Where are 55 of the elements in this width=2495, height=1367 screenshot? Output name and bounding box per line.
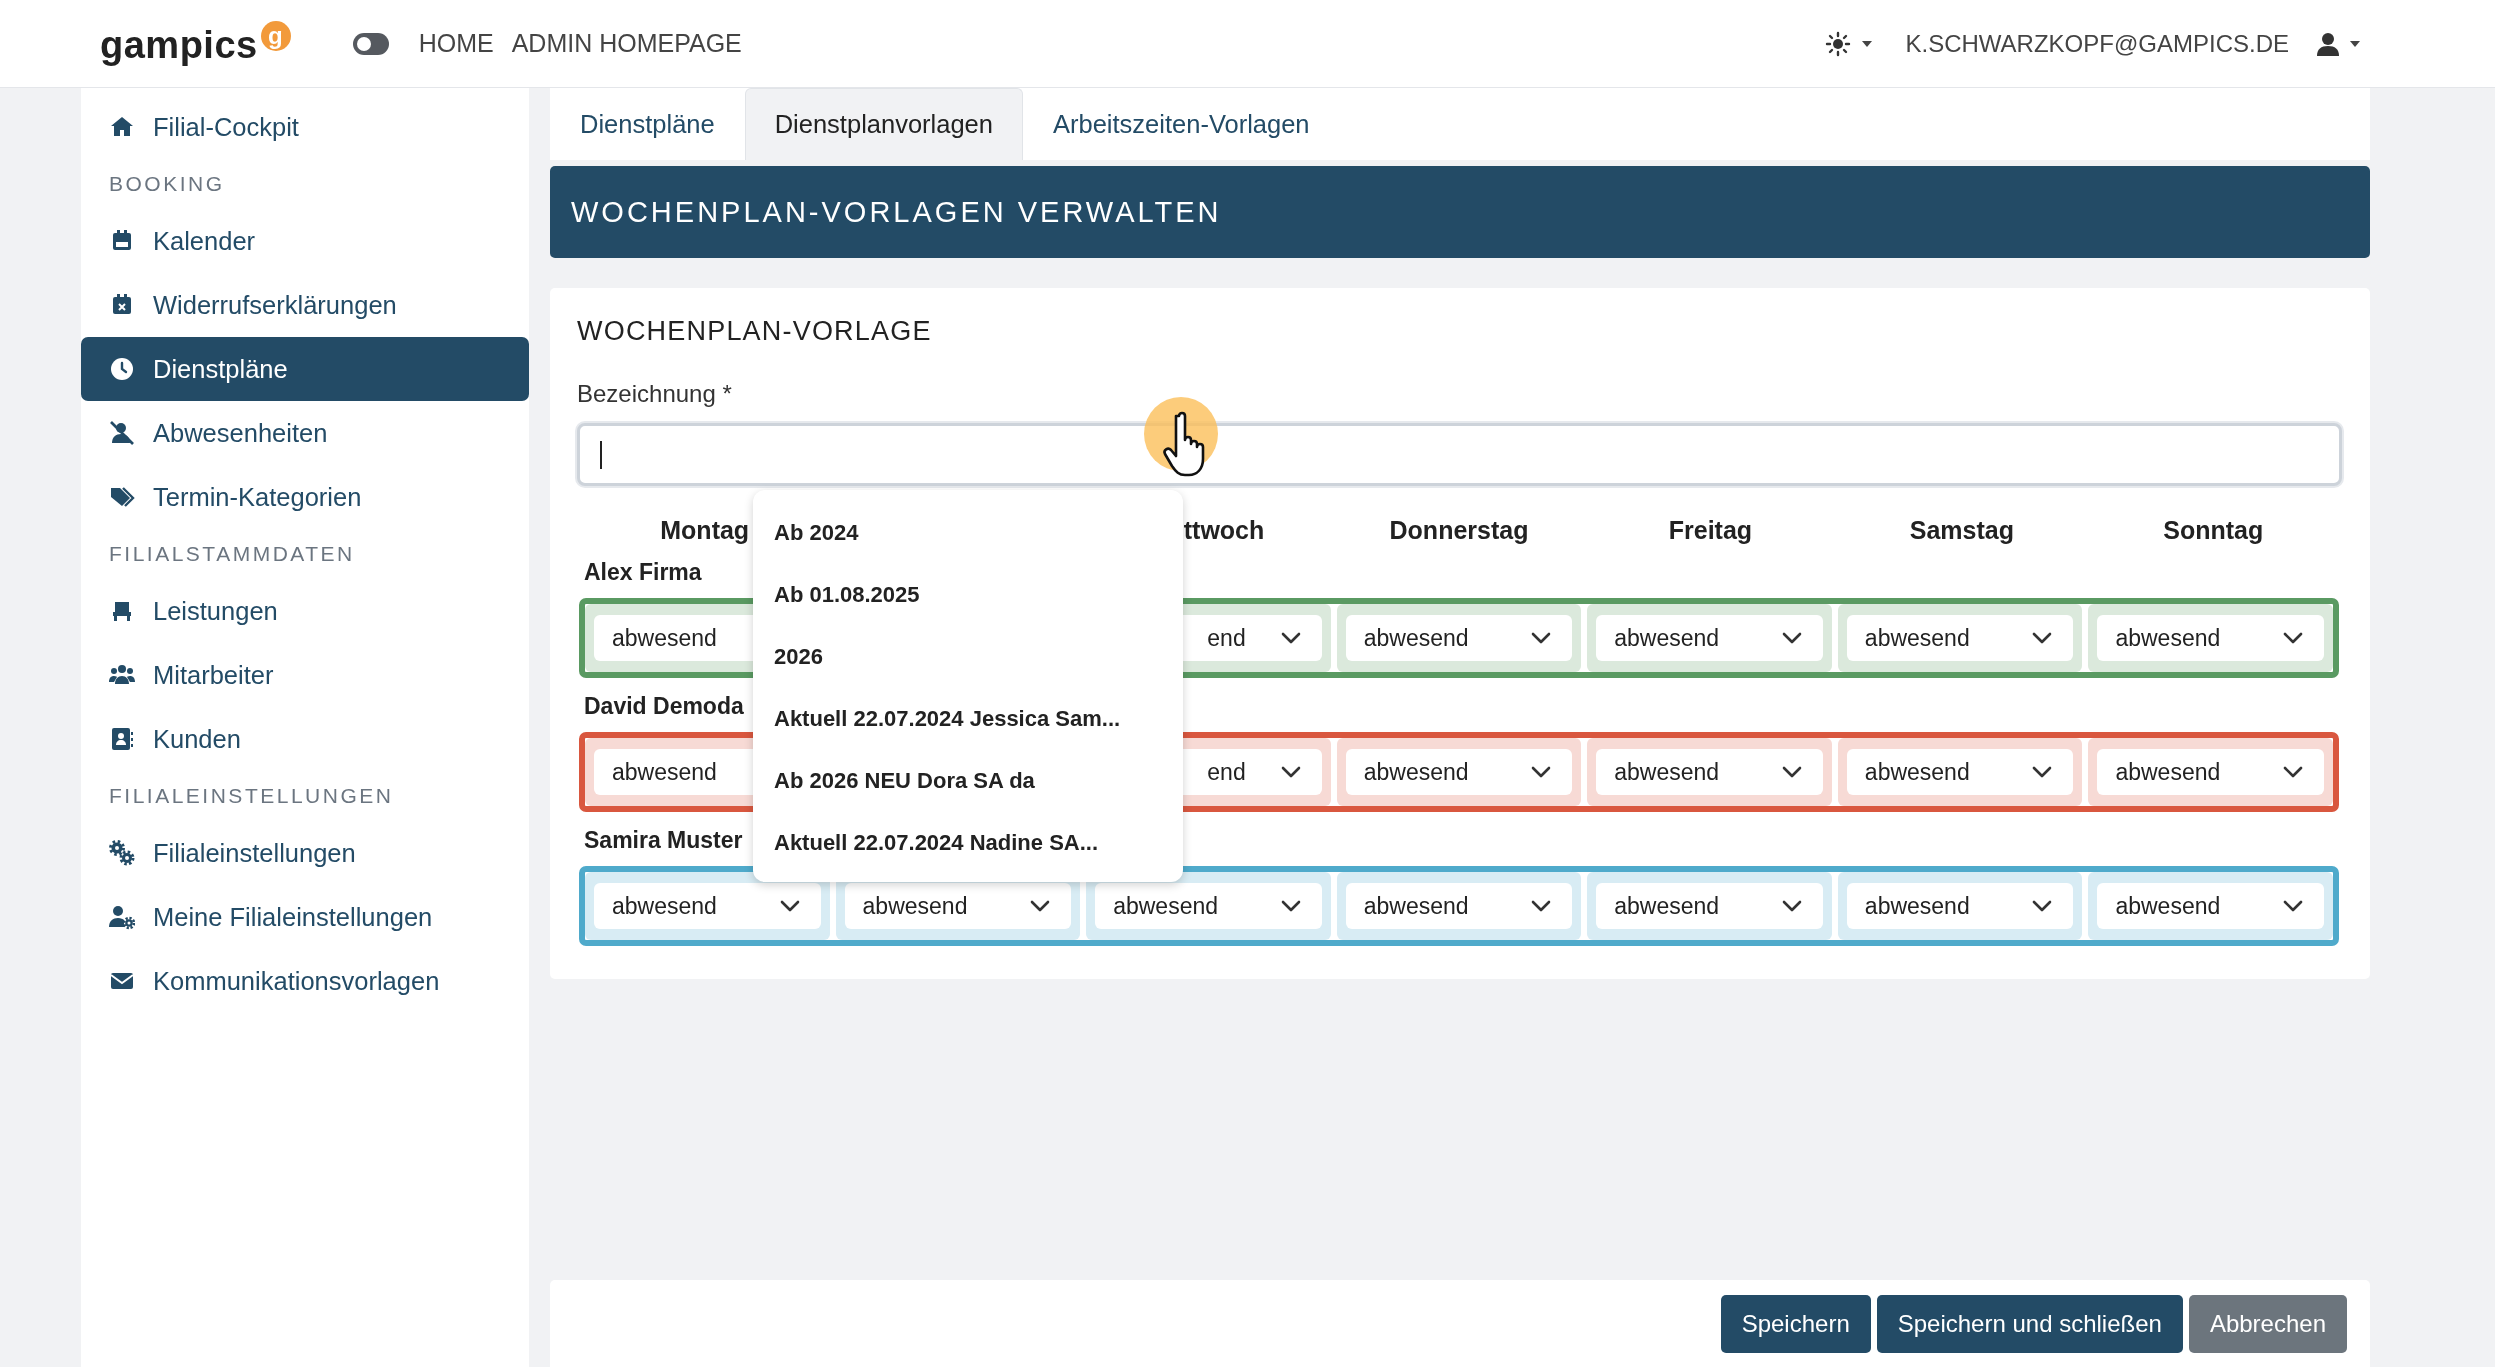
section-heading: BOOKING <box>109 172 225 196</box>
shift-select[interactable]: abwesend <box>2097 615 2324 661</box>
day-header: Samstag <box>1909 515 2014 545</box>
field-label: Bezeichnung * <box>577 380 733 407</box>
tab[interactable]: Dienstpläne <box>550 88 745 160</box>
shift-select[interactable]: abwesend <box>1596 615 1823 661</box>
nav-link[interactable]: ADMIN HOMEPAGE <box>511 29 742 58</box>
shift-select[interactable]: abwesend <box>2097 883 2324 929</box>
page-title: WOCHENPLAN-VORLAGEN VERWALTEN <box>571 195 1222 229</box>
shift-select[interactable]: abwesend <box>1846 749 2074 795</box>
sidebar-item[interactable]: Termin-Kategorien <box>81 465 529 529</box>
sidebar-item[interactable]: Kunden <box>81 707 529 771</box>
logo[interactable]: gampics g <box>100 20 291 67</box>
sidebar-item[interactable]: Filialeinstellungen <box>81 821 529 885</box>
employee-name: Samira Muster <box>584 826 743 855</box>
shift-select[interactable]: abwesend <box>1345 883 1573 929</box>
day-header: Montag <box>660 515 750 545</box>
tab[interactable]: Arbeitszeiten-Vorlagen <box>1023 88 1340 160</box>
shift-select[interactable]: abwesend <box>1596 883 1823 929</box>
shift-select[interactable]: abwesend <box>594 883 821 929</box>
sidebar-item[interactable]: Meine Filialeinstellungen <box>81 885 529 949</box>
suggestion-item[interactable]: Aktuell 22.07.2024 Jessica Sam... <box>753 688 1183 750</box>
day-header: Donnerstag <box>1389 515 1529 545</box>
save-button[interactable]: Speichern <box>1720 1294 1871 1353</box>
sidebar-item[interactable]: Leistungen <box>81 579 529 643</box>
shift-select[interactable]: abwesend <box>2097 749 2324 795</box>
section-heading: FILIALEINSTELLUNGEN <box>109 784 394 808</box>
shift-select[interactable]: abwesend <box>1095 883 1322 929</box>
suggestion-item[interactable]: Aktuell 22.07.2024 Nadine SA... <box>753 812 1183 874</box>
tab[interactable]: Dienstplanvorlagen <box>744 88 1023 160</box>
cancel-button[interactable]: Abbrechen <box>2188 1294 2347 1353</box>
user-email: K.SCHWARZKOPF@GAMPICS.DE <box>1905 29 2289 58</box>
sidebar-item[interactable]: Filial-Cockpit <box>81 95 529 159</box>
suggestion-item[interactable]: Ab 2024 <box>753 502 1183 564</box>
sidebar-item[interactable]: Kalender <box>81 209 529 273</box>
shift-select[interactable]: abwesend <box>1345 749 1573 795</box>
employee-name: Alex Firma <box>584 558 702 587</box>
sidebar-item[interactable]: Widerrufserklärungen <box>81 273 529 337</box>
card-title: WOCHENPLAN-VORLAGE <box>577 316 933 347</box>
day-header: ttwoch <box>1183 515 1265 545</box>
sidebar-item[interactable]: Mitarbeiter <box>81 643 529 707</box>
shift-select[interactable]: abwesend <box>1846 883 2074 929</box>
shift-select[interactable]: abwesend <box>1846 615 2074 661</box>
shift-select[interactable]: abwesend <box>844 883 1072 929</box>
sidebar-item[interactable]: Dienstpläne <box>81 337 529 401</box>
save-button[interactable]: Speichern und schließen <box>1876 1294 2183 1353</box>
day-header: Sonntag <box>2163 515 2264 545</box>
shift-select[interactable]: abwesend <box>1345 615 1573 661</box>
sidebar-item[interactable]: Abwesenheiten <box>81 401 529 465</box>
nav-link[interactable]: HOME <box>418 29 494 58</box>
section-heading: FILIALSTAMMDATEN <box>109 542 355 566</box>
day-header: Freitag <box>1668 515 1753 545</box>
shift-select[interactable]: abwesend <box>1596 749 1823 795</box>
employee-name: David Demoda <box>584 692 744 721</box>
sidebar-item[interactable]: Kommunikationsvorlagen <box>81 949 529 1013</box>
